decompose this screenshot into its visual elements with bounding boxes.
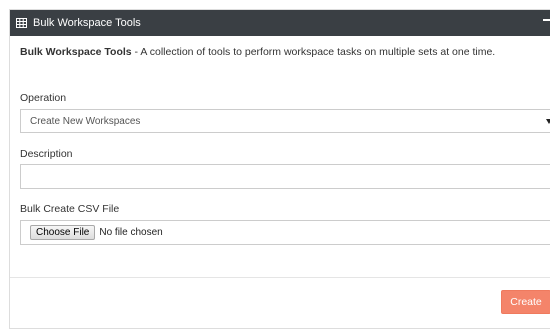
panel-title: Bulk Workspace Tools xyxy=(33,17,141,29)
operation-label: Operation xyxy=(20,92,67,104)
choose-file-button[interactable]: Choose File xyxy=(30,225,96,240)
operation-select[interactable]: Create New Workspaces xyxy=(20,109,550,133)
csv-file-label: Bulk Create CSV File xyxy=(20,203,120,215)
minimize-icon[interactable] xyxy=(543,19,550,21)
grid-icon xyxy=(16,18,27,28)
description-label: Description xyxy=(20,148,73,160)
footer-divider xyxy=(10,277,550,278)
create-button[interactable]: Create xyxy=(501,290,550,314)
file-status-text: No file chosen xyxy=(99,227,163,238)
bulk-workspace-tools-panel: Bulk Workspace Tools Bulk Workspace Tool… xyxy=(9,9,550,329)
csv-file-input[interactable]: Choose File No file chosen xyxy=(20,220,550,245)
intro-text: Bulk Workspace Tools - A collection of t… xyxy=(20,46,495,58)
panel-header: Bulk Workspace Tools xyxy=(10,10,550,36)
caret-down-icon xyxy=(546,119,550,124)
intro-description: - A collection of tools to perform works… xyxy=(131,46,496,58)
operation-selected-value: Create New Workspaces xyxy=(30,115,141,127)
intro-bold: Bulk Workspace Tools xyxy=(20,46,132,58)
description-input[interactable] xyxy=(20,164,550,189)
